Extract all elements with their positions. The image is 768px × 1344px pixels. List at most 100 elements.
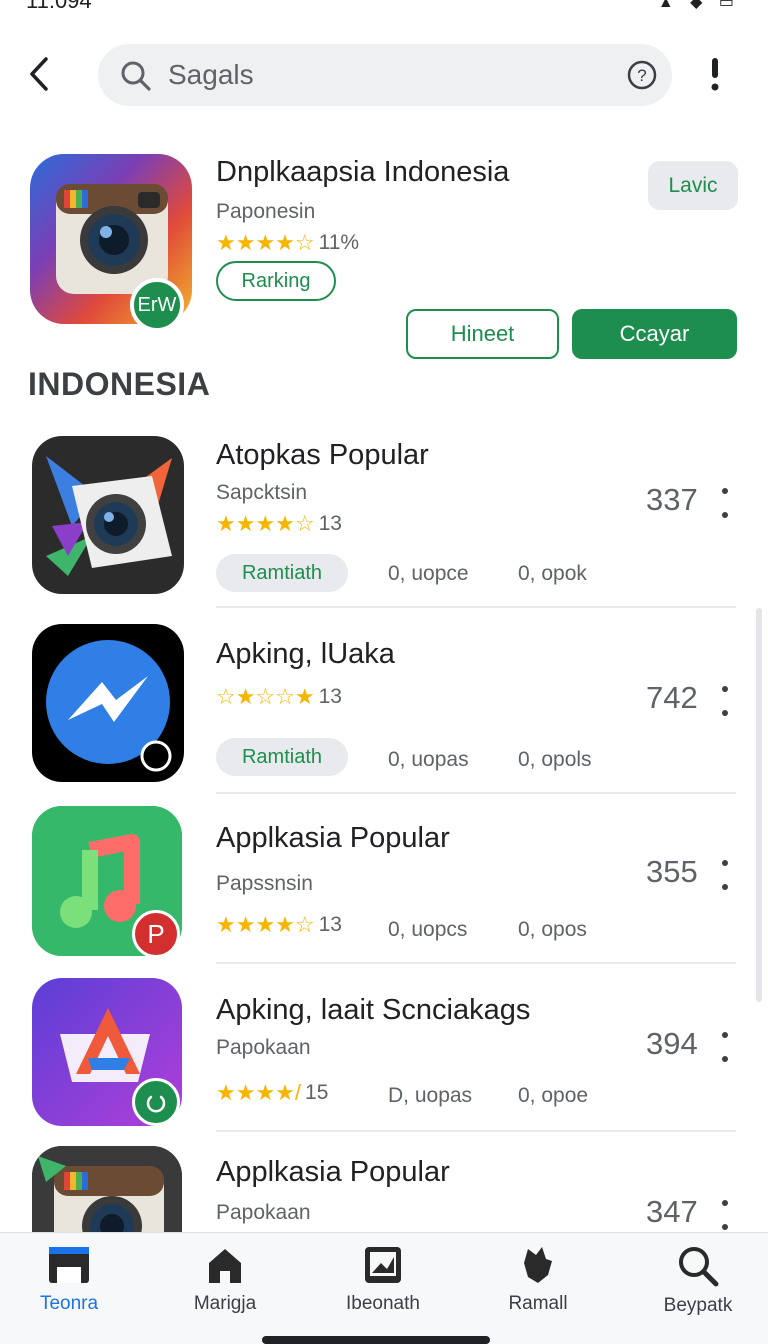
star-rating-icon: ★★★★/ <box>216 1080 302 1105</box>
app-rating: ★★★★☆ 13 <box>216 511 342 537</box>
home-indicator[interactable] <box>262 1336 490 1344</box>
star-rating-icon: ★★★★☆ <box>216 912 315 937</box>
meta-text: 0, uopas <box>388 748 469 771</box>
secondary-action-button[interactable]: Hineet <box>406 309 559 359</box>
camera-icon <box>46 456 172 576</box>
meta-text: 0, opok <box>518 562 587 585</box>
store-icon <box>49 1247 89 1283</box>
help-glyph: ? <box>637 66 646 85</box>
star-rating-icon: ★★★★☆ <box>216 511 315 536</box>
app-title: Applkasia Popular <box>216 822 450 854</box>
star-rating-icon: ☆★☆☆★ <box>216 684 315 709</box>
list-item[interactable]: P Applkasia Popular Papssnsin ★★★★☆ 13 3… <box>0 806 768 964</box>
dot <box>722 488 728 494</box>
list-item[interactable]: Applkasia Popular Papokaan 347 <box>0 1146 768 1232</box>
nav-item-beypatk[interactable]: Beypatk <box>623 1245 768 1335</box>
rating-count: 15 <box>305 1081 329 1104</box>
dot <box>722 686 728 692</box>
row-more-button[interactable] <box>716 860 734 890</box>
app-badge: P <box>132 910 180 958</box>
rating-count: 13 <box>318 512 342 535</box>
search-icon <box>121 61 151 91</box>
more-vert-icon <box>711 58 719 91</box>
dot <box>722 1032 728 1038</box>
rating-count: 13 <box>318 685 342 708</box>
nav-item-marigja[interactable]: Marigja <box>150 1245 300 1335</box>
featured-badge-text: ErW <box>137 293 177 316</box>
app-title: Applkasia Popular <box>216 1156 450 1188</box>
arrow-left-icon <box>30 57 48 91</box>
app-rating: ★★★★☆ 13 <box>216 912 342 938</box>
app-count: 394 <box>646 1026 698 1061</box>
search-input[interactable]: Sagals ? <box>98 44 672 106</box>
app-subtitle: Sapcktsin <box>216 481 308 504</box>
rating-count: 13 <box>318 913 342 936</box>
meta-text: 0, opols <box>518 748 592 771</box>
featured-rating-text: 11% <box>318 231 360 254</box>
section-title: INDONESIA <box>28 366 211 402</box>
overflow-menu-button[interactable] <box>702 56 728 96</box>
divider <box>216 606 736 608</box>
status-time: 11:094 <box>26 0 92 13</box>
app-title: Atopkas Popular <box>216 439 429 471</box>
dot <box>722 710 728 716</box>
dot <box>722 884 728 890</box>
nav-item-ramall[interactable]: Ramall <box>463 1245 613 1335</box>
home-icon <box>209 1249 241 1283</box>
image-icon <box>365 1247 401 1283</box>
search-placeholder: Sagals <box>168 59 254 90</box>
meta-text: 0, uopce <box>388 562 469 585</box>
dot <box>722 860 728 866</box>
status-icons: ▲ ◆ ▭ <box>657 0 740 11</box>
nav-label: Ibeonath <box>346 1293 420 1314</box>
app-count: 355 <box>646 854 698 889</box>
dot <box>722 1200 728 1206</box>
list-item[interactable]: Atopkas Popular Sapcktsin ★★★★☆ 13 337 R… <box>0 436 768 608</box>
nav-label: Ramall <box>508 1293 568 1314</box>
app-icon <box>32 624 184 782</box>
list-item[interactable]: Apking, laait Scnciakags Papokaan ★★★★/ … <box>0 978 768 1134</box>
install-button[interactable]: Ccayar <box>572 309 737 359</box>
power-icon <box>146 1095 166 1113</box>
app-subtitle: Papssnsin <box>216 872 313 895</box>
app-icon <box>32 1146 182 1232</box>
dot <box>722 1224 728 1230</box>
ranking-chip[interactable]: Rarking <box>216 261 336 301</box>
messenger-icon <box>46 640 172 772</box>
help-icon[interactable]: ? <box>626 59 658 91</box>
nav-label: Marigja <box>193 1293 257 1314</box>
row-more-button[interactable] <box>716 686 734 716</box>
nav-item-ibeonath[interactable]: Ibeonath <box>308 1245 458 1335</box>
back-button[interactable] <box>20 54 60 94</box>
app-count: 337 <box>646 482 698 517</box>
app-title: Apking, lUaka <box>216 638 395 670</box>
app-badge <box>132 1078 180 1126</box>
list-item[interactable]: Apking, lUaka ☆★☆☆★ 13 742 Ramtiath 0, u… <box>0 622 768 794</box>
app-subtitle: Papokaan <box>216 1201 311 1224</box>
bottom-navigation: Teonra Marigja Ibeonath Ramall Beypatk <box>0 1232 768 1344</box>
camera-icon <box>32 1146 182 1232</box>
meta-text: 0, opos <box>518 918 587 941</box>
star-rating-icon: ★★★★☆ <box>216 230 315 255</box>
row-more-button[interactable] <box>716 1200 734 1230</box>
row-more-button[interactable] <box>716 488 734 518</box>
app-icon <box>32 436 184 594</box>
app-badge-text: P <box>147 918 165 949</box>
app-rating: ☆★☆☆★ 13 <box>216 684 342 710</box>
divider <box>216 792 736 794</box>
status-bar: 11:094 ▲ ◆ ▭ <box>0 0 768 14</box>
nav-label: Teonra <box>39 1293 99 1314</box>
ranking-chip[interactable]: Ramtiath <box>216 554 348 592</box>
corner-action-button[interactable]: Lavic <box>648 161 738 210</box>
dot <box>722 1056 728 1062</box>
row-more-button[interactable] <box>716 1032 734 1062</box>
featured-badge: ErW <box>130 278 184 332</box>
featured-title[interactable]: Dnplkaapsia Indonesia <box>216 156 509 189</box>
ranking-chip[interactable]: Ramtiath <box>216 738 348 776</box>
nav-item-teonra[interactable]: Teonra <box>0 1245 144 1335</box>
scrollbar[interactable] <box>756 608 762 1002</box>
dot <box>722 512 728 518</box>
meta-text: 0, uopcs <box>388 918 468 941</box>
app-count: 347 <box>646 1194 698 1229</box>
app-subtitle: Papokaan <box>216 1036 311 1059</box>
